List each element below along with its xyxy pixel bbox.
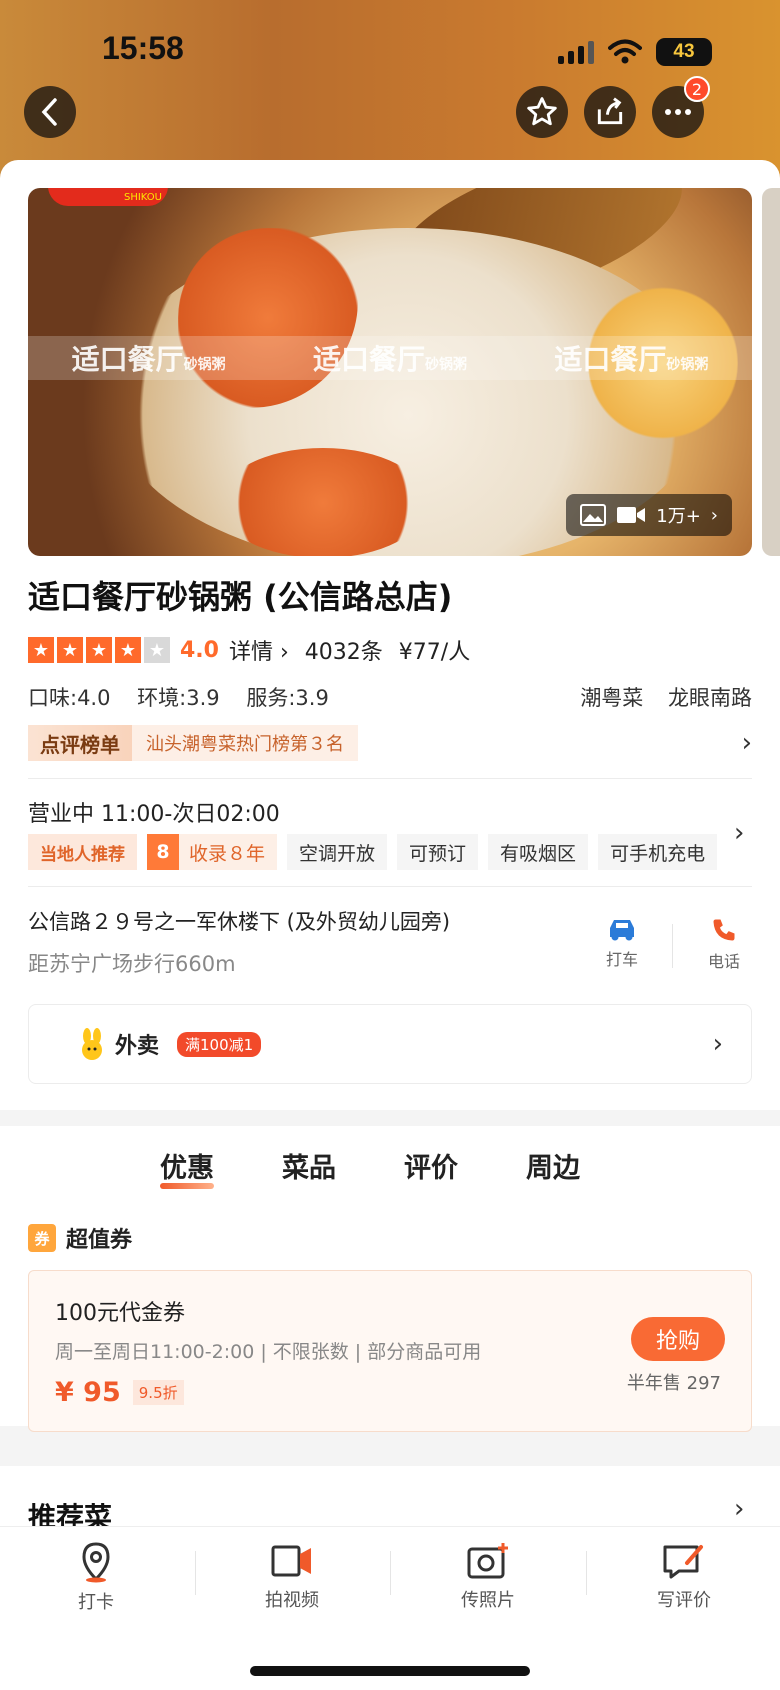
price-per-person: ¥77/人 (398, 640, 471, 665)
chevron-right-icon: › (741, 728, 752, 758)
star-rating: ★ ★ ★ ★ ★ (28, 637, 170, 663)
more-icon (665, 109, 691, 115)
star-icon: ★ (86, 637, 112, 663)
feature-tags[interactable]: 当地人推荐 8 收录８年 空调开放 可预订 有吸烟区 可手机充电 (28, 834, 718, 870)
taste-score: 口味:4.0 (28, 686, 111, 710)
voucher-section-title: 超值券 (66, 1228, 133, 1253)
ranking-tag: 点评榜单 (28, 725, 132, 761)
star-icon: ★ (28, 637, 54, 663)
upload-photo-button[interactable]: 传照片 (428, 1541, 548, 1612)
service-score: 服务:3.9 (246, 686, 329, 710)
taxi-button[interactable]: 打车 (592, 916, 652, 970)
divider (28, 778, 752, 779)
ranking-row[interactable]: 点评榜单 汕头潮粤菜热门榜第３名 › (28, 724, 752, 762)
favorite-button[interactable] (516, 86, 568, 138)
voucher-price-row: ¥ 95 9.5折 (55, 1377, 184, 1408)
takeout-label: 外卖 (115, 1034, 160, 1059)
image-watermark: 适口餐厅砂锅粥 适口餐厅砂锅粥 适口餐厅砂锅粥 (28, 336, 752, 380)
tab-deals[interactable]: 优惠 (160, 1146, 214, 1189)
notification-badge: 2 (684, 76, 710, 102)
address[interactable]: 公信路２９号之一军休楼下 (及外贸幼儿园旁) (28, 906, 450, 936)
local-recommend-tag: 当地人推荐 (28, 834, 137, 870)
phone-icon (713, 919, 735, 941)
environment-score: 环境:3.9 (137, 686, 220, 710)
feature-tag: 可手机充电 (598, 834, 718, 870)
walking-distance: 距苏宁广场步行660m (28, 952, 236, 976)
feature-tag: 可预订 (397, 834, 479, 870)
business-hours[interactable]: 营业中 11:00-次日02:00 (28, 796, 280, 828)
section-gap (0, 1448, 780, 1466)
more-button[interactable]: 2 (652, 76, 710, 138)
voucher-title: 100元代金券 (55, 1301, 185, 1326)
video-camera-icon (271, 1545, 311, 1577)
next-image-peek (762, 188, 780, 556)
signal-icon (558, 40, 594, 64)
photo-icon (580, 504, 607, 526)
video-icon (617, 507, 646, 523)
voucher-description: 周一至周日11:00-2:00 | 不限张数 | 部分商品可用 (55, 1341, 482, 1363)
feature-tag: 空调开放 (287, 834, 388, 870)
details-link[interactable]: 详情 › (229, 634, 289, 666)
chevron-right-icon: › (734, 1494, 745, 1524)
media-count: 1万+ (656, 506, 701, 527)
tab-reviews[interactable]: 评价 (404, 1146, 458, 1185)
cuisine-label[interactable]: 潮粤菜 (580, 686, 643, 710)
section-gap (0, 1110, 780, 1126)
feature-tag: 有吸烟区 (488, 834, 589, 870)
car-icon (610, 920, 634, 941)
checkin-button[interactable]: 打卡 (36, 1541, 156, 1614)
edit-review-icon (663, 1545, 703, 1579)
review-count: 4032条 (304, 640, 383, 665)
hero-image[interactable]: SHIKOU 适口餐厅砂锅粥 适口餐厅砂锅粥 适口餐厅砂锅粥 1万+ › (28, 188, 752, 556)
years-listed-tag: 8 收录８年 (147, 834, 278, 870)
status-time: 15:58 (102, 30, 184, 66)
rating-score: 4.0 (180, 637, 219, 663)
divider (28, 886, 752, 887)
chevron-right-icon: › (734, 818, 745, 848)
star-icon (527, 97, 557, 126)
status-icons: 43 (558, 38, 712, 66)
rabbit-icon (82, 1028, 102, 1060)
wifi-icon (608, 39, 642, 64)
chevron-right-icon: › (710, 504, 718, 526)
recommend-section[interactable] (0, 1466, 780, 1526)
rating-row: ★ ★ ★ ★ ★ 4.0 详情 › 4032条 ¥77/人 (28, 634, 470, 666)
chevron-right-icon: › (712, 1029, 723, 1059)
voucher-discount: 9.5折 (132, 1380, 184, 1405)
star-icon: ★ (57, 637, 83, 663)
divider (672, 924, 673, 968)
sold-count: 半年售 297 (626, 1373, 721, 1394)
takeout-promo: 满100减1 (177, 1031, 262, 1057)
tab-dishes[interactable]: 菜品 (282, 1146, 336, 1185)
takeout-entry[interactable]: 外卖 满100减1 › (28, 1004, 752, 1084)
tab-nearby[interactable]: 周边 (526, 1146, 580, 1185)
content-tabs: 优惠 菜品 评价 周边 (160, 1146, 580, 1189)
restaurant-name: 适口餐厅砂锅粥 (公信路总店) (28, 578, 453, 616)
star-icon: ★ (115, 637, 141, 663)
battery-icon: 43 (656, 38, 712, 66)
area-label[interactable]: 龙眼南路 (668, 686, 752, 710)
coupon-icon: 券 (28, 1224, 56, 1252)
share-button[interactable] (584, 86, 636, 138)
phone-button[interactable]: 电话 (694, 916, 754, 972)
voucher-section-header: 券 超值券 (28, 1222, 132, 1254)
home-indicator (250, 1666, 530, 1676)
chevron-left-icon (41, 98, 57, 126)
back-button[interactable] (24, 86, 76, 138)
write-review-button[interactable]: 写评价 (624, 1541, 744, 1612)
ranking-text: 汕头潮粤菜热门榜第３名 (132, 725, 358, 761)
voucher-price: ¥ 95 (55, 1377, 121, 1408)
star-empty-icon: ★ (144, 637, 170, 663)
voucher-card[interactable]: 100元代金券 周一至周日11:00-2:00 | 不限张数 | 部分商品可用 … (28, 1270, 752, 1432)
location-pin-icon (82, 1542, 110, 1583)
buy-button[interactable]: 抢购 (631, 1317, 725, 1361)
restaurant-logo: SHIKOU (48, 188, 168, 206)
media-gallery-button[interactable]: 1万+ › (566, 494, 732, 536)
share-icon (597, 97, 623, 125)
camera-icon (467, 1543, 508, 1579)
shoot-video-button[interactable]: 拍视频 (232, 1541, 352, 1612)
sub-scores-row: 口味:4.0 环境:3.9 服务:3.9 潮粤菜 龙眼南路 (28, 682, 752, 712)
status-bar: 15:58 43 (0, 0, 780, 100)
